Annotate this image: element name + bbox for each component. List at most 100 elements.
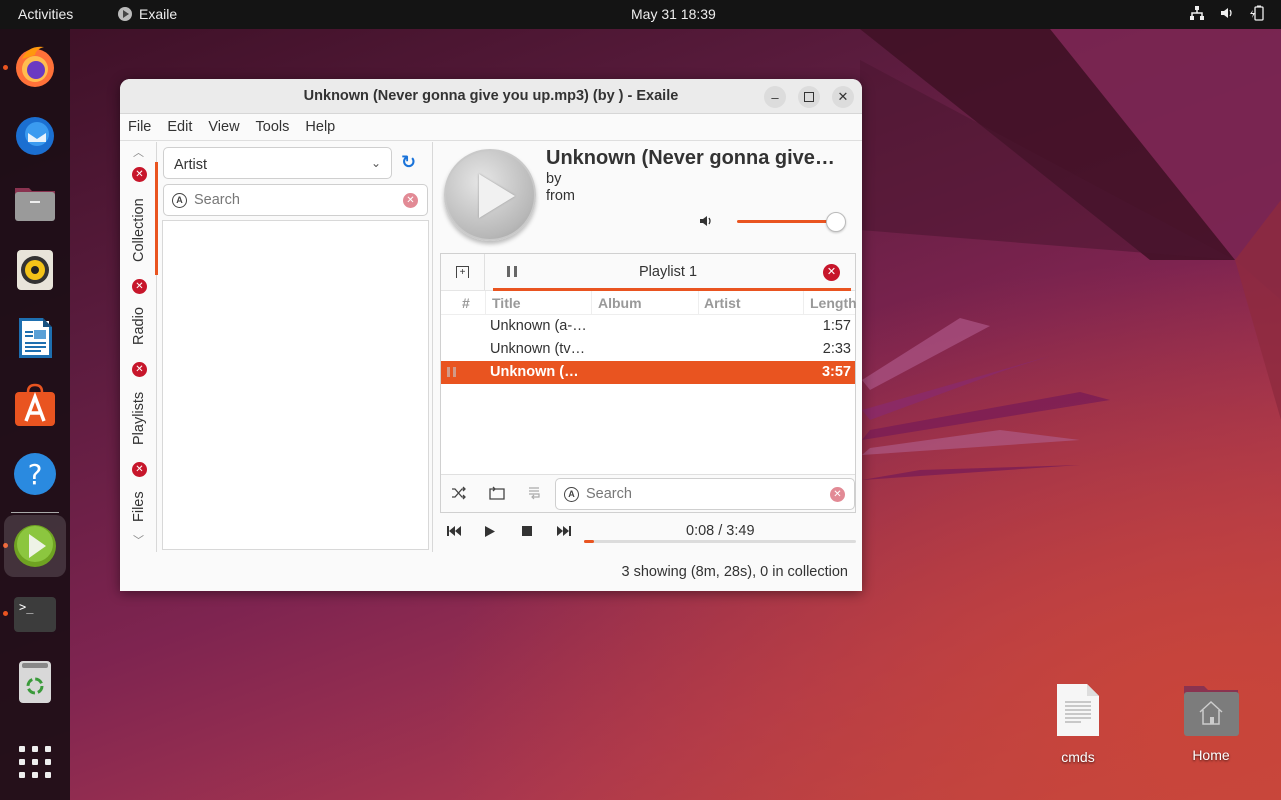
desktop-icon-home[interactable]: Home — [1166, 684, 1256, 763]
now-playing-artist: by — [546, 171, 562, 187]
playlist-header: # Title Album Artist Length — [441, 291, 857, 315]
playlist-row-playing[interactable]: Unknown (… 3:57 — [441, 361, 855, 384]
clock[interactable]: May 31 18:39 — [631, 6, 716, 22]
dock-exaile[interactable] — [4, 515, 66, 577]
chevron-down-icon[interactable]: ﹀ — [133, 532, 144, 548]
search-input[interactable]: Search — [194, 192, 240, 208]
previous-icon — [447, 526, 461, 536]
refresh-icon: ↻ — [401, 152, 417, 172]
dock-ubuntu-software[interactable] — [11, 382, 59, 430]
clear-search-icon[interactable]: ✕ — [830, 487, 845, 502]
playlist-tab-label[interactable]: Playlist 1 — [639, 264, 697, 280]
exaile-window: Unknown (Never gonna give you up.mp3) (b… — [120, 79, 862, 591]
repeat-button[interactable] — [488, 486, 506, 503]
tab-files[interactable]: ✕ Files — [120, 462, 157, 522]
menu-help[interactable]: Help — [305, 119, 342, 135]
menu-edit[interactable]: Edit — [167, 119, 199, 135]
dock-help[interactable]: ? — [11, 450, 59, 498]
column-artist[interactable]: Artist — [704, 295, 741, 311]
column-album[interactable]: Album — [598, 295, 642, 311]
search-icon: A — [564, 487, 579, 502]
dock-trash[interactable] — [11, 658, 59, 706]
thunderbird-icon — [16, 117, 54, 155]
desktop-icon-cmds[interactable]: cmds — [1033, 682, 1123, 765]
app-menu[interactable]: Exaile — [118, 6, 177, 22]
playlist-search[interactable]: A Search ✕ — [555, 478, 855, 510]
column-divider — [803, 291, 804, 314]
seek-progress — [584, 540, 594, 543]
collection-search[interactable]: A Search ✕ — [163, 184, 428, 216]
rhythmbox-icon — [17, 250, 53, 290]
dock-firefox[interactable] — [11, 42, 59, 90]
refresh-button[interactable]: ↻ — [401, 152, 416, 173]
column-divider — [698, 291, 699, 314]
close-tab-icon[interactable]: ✕ — [132, 279, 147, 294]
row-title: Unknown (a-… — [490, 318, 587, 334]
menu-tools[interactable]: Tools — [256, 119, 297, 135]
stop-button[interactable] — [521, 525, 533, 540]
play-button[interactable] — [484, 525, 496, 541]
dock-libreoffice-writer[interactable] — [11, 314, 59, 362]
close-playlist-icon[interactable]: ✕ — [823, 264, 840, 281]
clear-search-icon[interactable]: ✕ — [403, 193, 418, 208]
text-file-icon — [1057, 684, 1099, 736]
collection-view-select[interactable]: Artist ⌄ — [163, 147, 392, 179]
dock-rhythmbox[interactable] — [11, 246, 59, 294]
dock-terminal[interactable]: >_ — [11, 590, 59, 638]
close-tab-icon[interactable]: ✕ — [132, 167, 147, 182]
playlist-tabs: + Playlist 1 ✕ — [441, 254, 855, 291]
grid-icon — [19, 746, 51, 778]
volume-button[interactable] — [698, 213, 714, 232]
column-length[interactable]: Length — [810, 295, 857, 311]
network-icon — [1189, 5, 1205, 21]
album-cover-play-icon[interactable] — [444, 149, 536, 241]
activities-button[interactable]: Activities — [18, 6, 73, 22]
previous-button[interactable] — [446, 525, 462, 540]
play-icon — [485, 526, 495, 537]
tab-collection[interactable]: ✕ Collection — [120, 167, 157, 267]
playlist-row[interactable]: Unknown (a-… 1:57 — [441, 315, 855, 338]
help-icon: ? — [14, 453, 56, 495]
running-indicator — [3, 611, 8, 616]
chevron-down-icon: ⌄ — [370, 156, 381, 170]
tab-label: Collection — [131, 198, 147, 262]
row-title: Unknown (tv… — [490, 341, 586, 357]
close-tab-icon[interactable]: ✕ — [132, 462, 147, 477]
chevron-up-icon[interactable]: ︿ — [133, 144, 144, 160]
close-button[interactable]: ✕ — [832, 86, 854, 108]
title-bar[interactable]: Unknown (Never gonna give you up.mp3) (b… — [120, 79, 862, 114]
row-title: Unknown (… — [490, 364, 579, 380]
collection-tree[interactable] — [162, 220, 429, 550]
search-input[interactable]: Search — [586, 486, 632, 502]
dock-thunderbird[interactable] — [11, 110, 59, 158]
show-apps-button[interactable] — [11, 738, 59, 786]
volume-slider[interactable] — [737, 220, 837, 223]
menu-view[interactable]: View — [208, 119, 246, 135]
exaile-icon — [14, 525, 56, 567]
playing-indicator-icon — [447, 367, 456, 377]
tab-playlists[interactable]: ✕ Playlists — [120, 362, 157, 447]
seek-bar[interactable] — [584, 540, 856, 543]
add-tab-icon: + — [456, 266, 469, 278]
system-tray[interactable] — [1189, 5, 1265, 21]
dynamic-button[interactable] — [527, 486, 541, 503]
maximize-button[interactable] — [798, 86, 820, 108]
now-playing-title: Unknown (Never gonna give… — [546, 147, 835, 169]
menu-file[interactable]: File — [128, 119, 158, 135]
volume-slider-handle[interactable] — [826, 212, 846, 232]
close-tab-icon[interactable]: ✕ — [132, 362, 147, 377]
row-length: 3:57 — [821, 364, 851, 380]
new-playlist-button[interactable]: + — [441, 254, 485, 290]
repeat-icon — [489, 486, 505, 500]
terminal-icon: >_ — [14, 597, 56, 632]
writer-icon — [19, 318, 52, 358]
playlist-row[interactable]: Unknown (tv… 2:33 — [441, 338, 855, 361]
column-title[interactable]: Title — [492, 295, 521, 311]
next-button[interactable] — [556, 525, 572, 540]
tab-radio[interactable]: ✕ Radio — [120, 279, 157, 349]
shuffle-button[interactable] — [451, 486, 467, 503]
minimize-button[interactable]: – — [764, 86, 786, 108]
status-bar: 3 showing (8m, 28s), 0 in collection — [621, 564, 848, 580]
column-number[interactable]: # — [462, 295, 470, 311]
dock-files[interactable] — [11, 178, 59, 226]
